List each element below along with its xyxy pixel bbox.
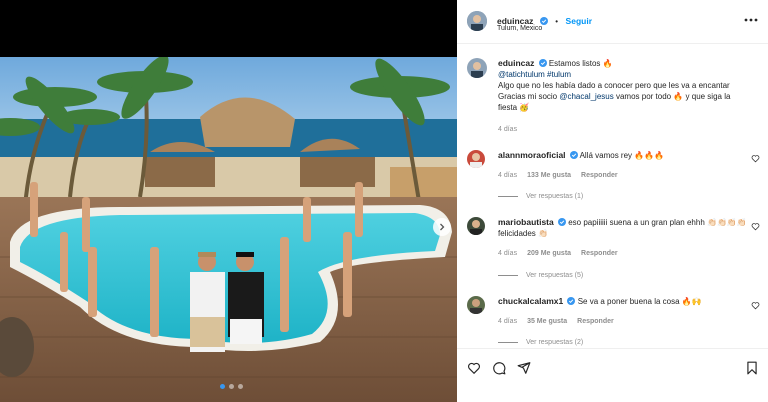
- bookmark-icon[interactable]: [745, 361, 759, 375]
- verified-badge-icon: [557, 218, 566, 226]
- caption-avatar[interactable]: [467, 58, 487, 78]
- post-media-panel: [0, 0, 457, 402]
- view-replies-label: Ver respuestas (2): [526, 339, 584, 346]
- comment-meta: 4 días 133 Me gusta Responder: [498, 172, 618, 179]
- view-replies-button[interactable]: Ver respuestas (5): [498, 272, 583, 279]
- caption-mention-chacal[interactable]: @chacal_jesus: [559, 92, 613, 101]
- avatar-image: [467, 296, 485, 314]
- comment-likes[interactable]: 133 Me gusta: [527, 172, 571, 179]
- comment-avatar[interactable]: [467, 217, 485, 235]
- verified-badge-icon: [569, 151, 578, 159]
- avatar-image: [467, 58, 487, 78]
- verified-badge-icon: [539, 17, 548, 25]
- comment-likes[interactable]: 209 Me gusta: [527, 250, 571, 257]
- caption-line-2: Algo que no les había dado a conocer per…: [498, 81, 730, 90]
- verified-badge-icon: [567, 297, 576, 305]
- chevron-right-icon: [440, 223, 445, 231]
- comment-meta: 4 días 209 Me gusta Responder: [498, 250, 618, 257]
- comment-time[interactable]: 4 días: [498, 172, 517, 179]
- more-options-icon[interactable]: [744, 15, 758, 25]
- comment-meta: 4 días 35 Me gusta Responder: [498, 318, 614, 325]
- photo-illustration: [0, 57, 457, 402]
- comment-username[interactable]: alannmoraoficial: [498, 150, 566, 160]
- view-replies-button[interactable]: Ver respuestas (2): [498, 339, 583, 346]
- caption-mention-tatichtulum[interactable]: @tatichtulum: [498, 70, 545, 79]
- view-replies-label: Ver respuestas (5): [526, 272, 584, 279]
- caption-line-3: Gracias mi socio: [498, 92, 558, 101]
- caption-line-4: vamos por todo 🔥 y que siga la: [615, 92, 731, 101]
- comment-text: chuckalcalamx1 Se va a poner buena la co…: [498, 296, 748, 307]
- caption-line-5: fiesta 🥳: [498, 103, 530, 112]
- avatar[interactable]: [467, 11, 487, 31]
- comment-body: Se va a poner buena la cosa 🔥🙌: [577, 297, 702, 306]
- comment-time[interactable]: 4 días: [498, 318, 517, 325]
- comment-body: Allá vamos rey 🔥🔥🔥: [579, 151, 665, 160]
- comment-reply-button[interactable]: Responder: [577, 318, 614, 325]
- comment-reply-button[interactable]: Responder: [581, 250, 618, 257]
- view-replies-button[interactable]: Ver respuestas (1): [498, 193, 583, 200]
- comments-section: eduincaz Estamos listos 🔥 @tatichtulum #…: [457, 44, 768, 348]
- comment-username[interactable]: chuckalcalamx1: [498, 296, 563, 306]
- comment-avatar[interactable]: [467, 150, 485, 168]
- replies-divider: [498, 196, 518, 197]
- comment-avatar[interactable]: [467, 296, 485, 314]
- replies-divider: [498, 342, 518, 343]
- comment-username[interactable]: mariobautista: [498, 217, 554, 227]
- post-header: eduincaz • Seguir Tulum, Mexico: [457, 0, 768, 44]
- view-replies-label: Ver respuestas (1): [526, 193, 584, 200]
- caption-line-1: Estamos listos 🔥: [548, 59, 613, 68]
- comment-text: mariobautista eso papiiiiii suena a un g…: [498, 217, 748, 239]
- caption-time[interactable]: 4 días: [498, 126, 517, 133]
- comment-reply-button[interactable]: Responder: [581, 172, 618, 179]
- post-photo[interactable]: [0, 57, 457, 402]
- carousel-dots: [220, 384, 243, 389]
- instagram-post-modal: eduincaz • Seguir Tulum, Mexico eduincaz…: [0, 0, 768, 402]
- comment-like-icon[interactable]: [751, 222, 760, 231]
- avatar-image: [467, 150, 485, 168]
- comment-likes[interactable]: 35 Me gusta: [527, 318, 567, 325]
- comment-icon[interactable]: [492, 361, 506, 375]
- post-side-panel: eduincaz • Seguir Tulum, Mexico eduincaz…: [457, 0, 768, 402]
- heart-icon[interactable]: [467, 361, 481, 375]
- comment-body-line-2: felicidades 👏🏻: [498, 229, 548, 238]
- comment-time[interactable]: 4 días: [498, 250, 517, 257]
- carousel-next-button[interactable]: [433, 218, 451, 236]
- avatar-image: [467, 11, 487, 31]
- separator-dot: •: [555, 17, 559, 26]
- caption-hashtag-tulum[interactable]: #tulum: [547, 70, 571, 79]
- comment-text: alannmoraoficial Allá vamos rey 🔥🔥🔥: [498, 150, 748, 161]
- caption-username[interactable]: eduincaz: [498, 58, 534, 68]
- comment-like-icon[interactable]: [751, 301, 760, 310]
- caption-text: eduincaz Estamos listos 🔥 @tatichtulum #…: [498, 58, 758, 113]
- caption-meta: 4 días: [498, 126, 517, 133]
- verified-badge-icon: [538, 59, 547, 67]
- carousel-dot-active: [220, 384, 225, 389]
- comment-like-icon[interactable]: [751, 154, 760, 163]
- carousel-dot: [238, 384, 243, 389]
- comment-body: eso papiiiiii suena a un gran plan ehhh …: [568, 218, 747, 227]
- post-action-bar: [457, 348, 768, 402]
- avatar-image: [467, 217, 485, 235]
- share-icon[interactable]: [517, 361, 531, 375]
- carousel-dot: [229, 384, 234, 389]
- replies-divider: [498, 275, 518, 276]
- follow-button[interactable]: Seguir: [566, 16, 592, 26]
- post-location[interactable]: Tulum, Mexico: [497, 25, 542, 32]
